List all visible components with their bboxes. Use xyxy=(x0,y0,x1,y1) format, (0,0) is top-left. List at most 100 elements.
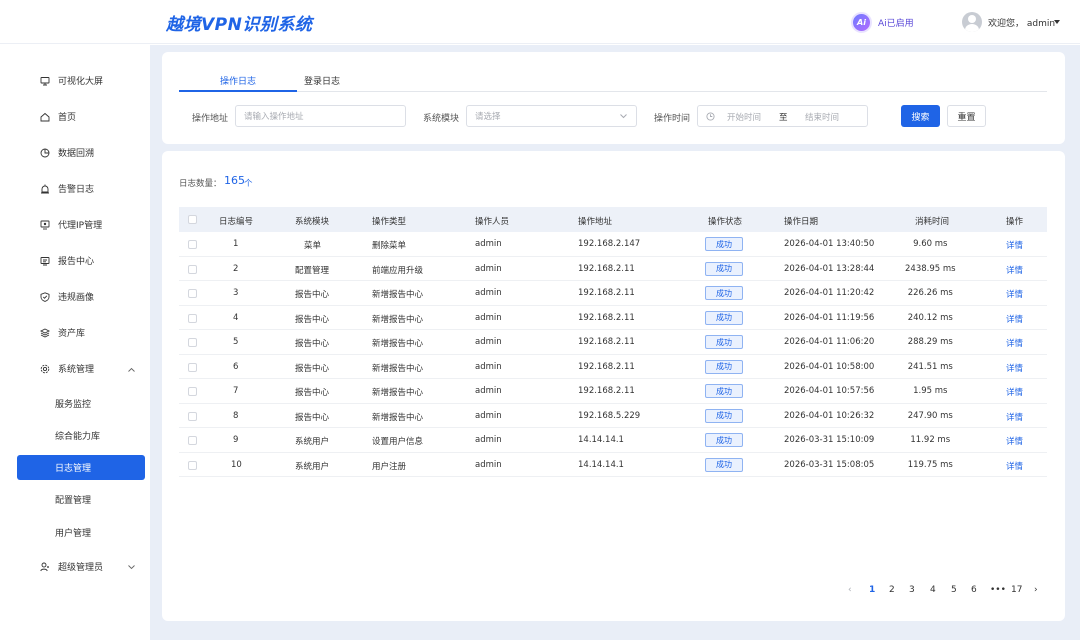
sidebar-item-2[interactable]: 首页 xyxy=(17,104,145,129)
cell-address: 192.168.2.147 xyxy=(578,239,641,249)
detail-link[interactable]: 详情 xyxy=(1006,264,1023,276)
sidebar-item-8[interactable]: 资产库 xyxy=(17,320,145,345)
status-badge: 成功 xyxy=(705,335,743,349)
detail-link[interactable]: 详情 xyxy=(1006,362,1023,374)
detail-link[interactable]: 详情 xyxy=(1006,239,1023,251)
module-select[interactable]: 请选择 xyxy=(466,105,637,127)
ai-badge-icon[interactable]: Ai xyxy=(851,12,872,33)
cell-module: 报告中心 xyxy=(295,363,330,374)
tab-login-log[interactable]: 登录日志 xyxy=(304,74,340,87)
app-title: 越境VPN识别系统 xyxy=(166,15,313,35)
row-checkbox[interactable] xyxy=(188,362,197,372)
sidebar-subitem-2[interactable]: 综合能力库 xyxy=(17,423,145,448)
cell-id: 2 xyxy=(233,263,239,274)
detail-link[interactable]: 详情 xyxy=(1006,386,1023,398)
sidebar-subitem-1[interactable]: 服务监控 xyxy=(17,391,145,416)
sidebar-item-label: 系统管理 xyxy=(58,365,95,375)
detail-link[interactable]: 详情 xyxy=(1006,337,1023,349)
page-1[interactable]: 1 xyxy=(869,585,875,595)
tab-operation-log[interactable]: 操作日志 xyxy=(220,74,256,87)
cell-address: 192.168.2.11 xyxy=(578,337,635,347)
detail-link[interactable]: 详情 xyxy=(1006,313,1023,325)
sidebar-item-7[interactable]: 违规画像 xyxy=(17,284,145,309)
sidebar-item-super-admin[interactable]: 超级管理员 xyxy=(17,554,145,579)
page-2[interactable]: 2 xyxy=(889,585,895,595)
time-label: 操作时间 xyxy=(654,114,691,124)
prev-page-button[interactable]: ‹ xyxy=(848,585,852,595)
status-badge: 成功 xyxy=(705,237,743,251)
cell-type: 用户注册 xyxy=(372,461,407,472)
sidebar-item-3[interactable]: 数据回溯 xyxy=(17,140,145,165)
cell-id: 4 xyxy=(233,312,239,323)
chevron-up-icon[interactable] xyxy=(128,365,135,375)
cell-type: 新增报告中心 xyxy=(372,290,424,300)
page-3[interactable]: 3 xyxy=(909,585,915,595)
row-checkbox[interactable] xyxy=(188,387,197,396)
next-page-button[interactable]: › xyxy=(1034,585,1038,595)
cell-id: 9 xyxy=(233,435,239,445)
status-badge: 成功 xyxy=(705,261,743,276)
sidebar-item-5[interactable]: 代理IP管理 xyxy=(17,212,145,237)
cell-type: 新增报告中心 xyxy=(372,339,424,349)
cell-module: 配置管理 xyxy=(295,265,330,276)
sidebar-item-label: 报告中心 xyxy=(58,257,95,267)
row-checkbox[interactable] xyxy=(188,240,197,249)
sidebar-item-label: 告警日志 xyxy=(58,185,95,195)
caret-down-icon[interactable] xyxy=(1054,20,1060,24)
cell-module: 系统用户 xyxy=(295,437,330,447)
page-5[interactable]: 5 xyxy=(951,585,957,595)
reset-button[interactable]: 重置 xyxy=(947,105,986,127)
detail-link[interactable]: 详情 xyxy=(1006,288,1023,300)
col-type-header: 操作类型 xyxy=(372,217,407,227)
status-badge: 成功 xyxy=(705,457,743,472)
chevron-down-icon[interactable] xyxy=(128,563,135,573)
sidebar-subitem-3[interactable]: 日志管理 xyxy=(17,455,145,480)
gear-icon xyxy=(40,364,50,374)
sidebar-item-6[interactable]: 报告中心 xyxy=(17,248,145,273)
sidebar-item-9[interactable]: 系统管理 xyxy=(17,356,145,381)
cell-id: 6 xyxy=(233,361,239,372)
tab-active-indicator xyxy=(179,90,297,92)
sidebar-subitem-5[interactable]: 用户管理 xyxy=(17,520,145,545)
detail-link[interactable]: 详情 xyxy=(1006,460,1023,472)
row-checkbox[interactable] xyxy=(188,264,197,274)
detail-link[interactable]: 详情 xyxy=(1006,411,1023,423)
cell-cost: 119.75 ms xyxy=(907,459,953,470)
ai-status[interactable]: Ai已启用 xyxy=(878,16,914,29)
select-all-checkbox[interactable] xyxy=(188,215,197,224)
row-checkbox[interactable] xyxy=(188,338,197,347)
sidebar-item-1[interactable]: 可视化大屏 xyxy=(17,68,145,93)
end-time-placeholder[interactable]: 结束时间 xyxy=(805,111,839,123)
page-6[interactable]: 6 xyxy=(971,585,977,595)
page-ellipsis[interactable]: ••• xyxy=(990,585,1006,595)
row-checkbox[interactable] xyxy=(188,313,197,323)
cell-cost: 226.26 ms xyxy=(907,288,953,298)
row-checkbox[interactable] xyxy=(188,436,197,445)
sidebar-subitem-4[interactable]: 配置管理 xyxy=(17,487,145,512)
search-button[interactable]: 搜索 xyxy=(901,105,940,127)
alarm-icon xyxy=(40,184,50,194)
time-range-picker[interactable]: 开始时间 至 结束时间 xyxy=(697,105,868,127)
page-4[interactable]: 4 xyxy=(930,585,936,595)
module-label: 系统模块 xyxy=(423,114,460,124)
sidebar-item-label: 首页 xyxy=(58,113,77,123)
cell-module: 系统用户 xyxy=(295,461,330,472)
cell-type: 删除菜单 xyxy=(372,241,407,251)
detail-link[interactable]: 详情 xyxy=(1006,435,1023,447)
cell-date: 2026-04-01 11:20:42 xyxy=(784,288,875,298)
col-date-header: 操作日期 xyxy=(784,217,819,227)
page-17[interactable]: 17 xyxy=(1011,585,1022,595)
cell-cost: 240.12 ms xyxy=(907,312,953,323)
address-input[interactable]: 请输入操作地址 xyxy=(235,105,406,127)
start-time-placeholder[interactable]: 开始时间 xyxy=(727,111,761,123)
sidebar-item-4[interactable]: 告警日志 xyxy=(17,176,145,201)
home-icon xyxy=(40,112,50,122)
row-checkbox[interactable] xyxy=(188,411,197,421)
cell-date: 2026-04-01 10:26:32 xyxy=(784,410,875,421)
welcome-user[interactable]: 欢迎您， admin xyxy=(988,16,1055,29)
cell-id: 3 xyxy=(233,288,239,298)
cell-address: 14.14.14.1 xyxy=(578,435,624,445)
avatar[interactable] xyxy=(962,12,982,32)
row-checkbox[interactable] xyxy=(188,460,197,470)
row-checkbox[interactable] xyxy=(188,289,197,298)
